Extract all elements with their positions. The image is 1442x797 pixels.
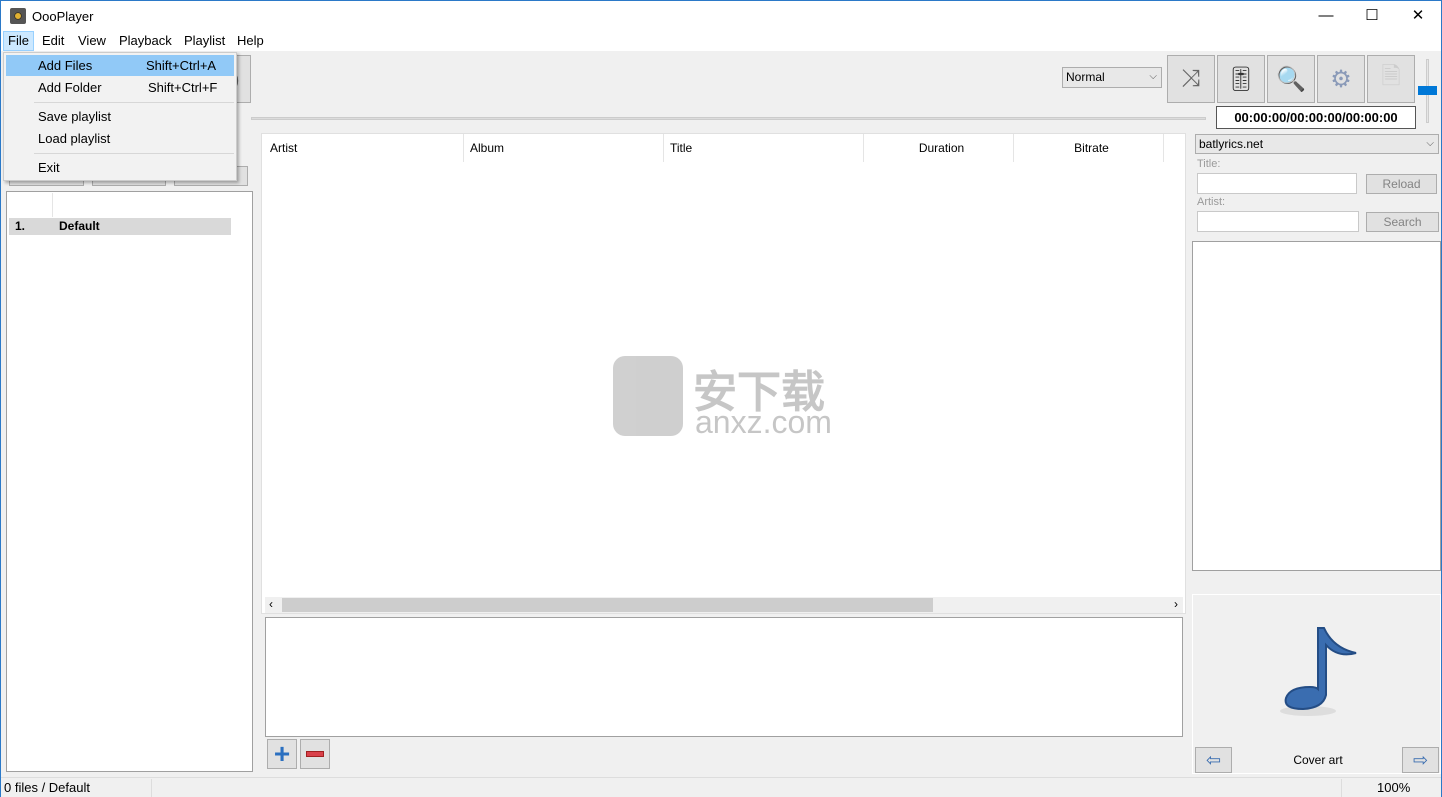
- column-header-artist[interactable]: Artist: [264, 134, 464, 162]
- add-button[interactable]: +: [267, 738, 297, 769]
- search-button[interactable]: 🔍: [1267, 55, 1315, 103]
- label: Add Folder: [38, 80, 102, 95]
- remove-button[interactable]: [300, 739, 330, 769]
- maximize-button[interactable]: ☐: [1349, 1, 1395, 31]
- column-divider: [52, 193, 53, 217]
- playback-mode-select[interactable]: Normal ⌵: [1062, 67, 1162, 88]
- menu-playback[interactable]: Playback: [115, 31, 176, 51]
- menu-item-exit[interactable]: Exit: [6, 157, 234, 178]
- app-icon: [10, 8, 26, 24]
- menu-view[interactable]: View: [74, 31, 110, 51]
- settings-button[interactable]: ⚙: [1317, 55, 1365, 103]
- music-note-icon: [1280, 627, 1357, 716]
- lyrics-title-input[interactable]: [1197, 173, 1357, 194]
- document-icon: 🗎: [1381, 62, 1401, 90]
- window-title: OooPlayer: [32, 9, 94, 24]
- status-bar: [1, 777, 1441, 797]
- shuffle-icon: ⤨: [1181, 65, 1201, 92]
- mode-value: Normal: [1066, 70, 1105, 84]
- volume-handle[interactable]: [1418, 86, 1437, 95]
- label: Add Files: [38, 58, 93, 73]
- lyrics-source-select[interactable]: batlyrics.net ⌵: [1195, 134, 1439, 154]
- minimize-button[interactable]: —: [1303, 1, 1349, 31]
- horizontal-scrollbar[interactable]: ‹ ›: [265, 597, 1183, 613]
- status-divider: [1341, 779, 1342, 797]
- column-header-duration[interactable]: Duration: [864, 134, 1014, 162]
- arrow-right-icon: ⇨: [1412, 749, 1429, 770]
- shuffle-button[interactable]: ⤨: [1167, 55, 1215, 103]
- label: Exit: [38, 160, 60, 175]
- playlist-list: 1. Default: [6, 191, 253, 772]
- menu-file[interactable]: File: [3, 31, 34, 51]
- time-display: 00:00:00/00:00:00/00:00:00: [1216, 106, 1416, 129]
- menu-help[interactable]: Help: [233, 31, 268, 51]
- menu-item-save-playlist[interactable]: Save playlist: [6, 106, 234, 127]
- equalizer-button[interactable]: 🎚: [1217, 55, 1265, 103]
- cover-art-label: Cover art: [1293, 753, 1343, 767]
- menu-item-add-files[interactable]: Add Files Shift+Ctrl+A: [6, 55, 234, 76]
- previous-cover-button[interactable]: ⇦: [1195, 747, 1232, 773]
- label: Save playlist: [38, 109, 111, 124]
- plus-icon: +: [273, 738, 291, 769]
- watermark-sub: anxz.com: [695, 404, 832, 440]
- status-divider: [151, 779, 152, 797]
- playlist-row[interactable]: 1. Default: [9, 218, 231, 235]
- document-button[interactable]: 🗎: [1367, 55, 1415, 103]
- shortcut: Shift+Ctrl+A: [146, 58, 217, 73]
- lyrics-artist-input[interactable]: [1197, 211, 1359, 232]
- column-header-title[interactable]: Title: [664, 134, 864, 162]
- lyrics-source-value: batlyrics.net: [1199, 137, 1264, 151]
- title-label: Title:: [1197, 158, 1221, 170]
- menu-edit[interactable]: Edit: [38, 31, 68, 51]
- playlist-name: Default: [59, 219, 100, 233]
- file-menu-dropdown: Add Files Shift+Ctrl+A Add Folder Shift+Ct…: [3, 52, 237, 181]
- column-header-bitrate[interactable]: Bitrate: [1014, 134, 1164, 162]
- equalizer-icon: 🎚: [1225, 65, 1257, 93]
- artist-label: Artist:: [1197, 196, 1226, 208]
- search-icon: 🔍: [1276, 65, 1306, 93]
- minus-icon: [306, 751, 324, 757]
- next-cover-button[interactable]: ⇨: [1402, 747, 1439, 773]
- column-header-album[interactable]: Album: [464, 134, 664, 162]
- playlist-index: 1.: [15, 219, 26, 233]
- arrow-left-icon: ⇦: [1205, 749, 1222, 770]
- scrollbar-thumb[interactable]: [282, 598, 933, 612]
- menu-playlist[interactable]: Playlist: [180, 31, 229, 51]
- menu-item-add-folder[interactable]: Add Folder Shift+Ctrl+F: [6, 77, 234, 98]
- close-button[interactable]: ✕: [1395, 1, 1441, 31]
- menu-separator: [34, 102, 234, 103]
- reload-button[interactable]: Reload: [1366, 174, 1437, 194]
- info-textarea[interactable]: [265, 617, 1183, 737]
- status-zoom: 100%: [1377, 780, 1411, 795]
- chevron-down-icon: ⌵: [1149, 71, 1157, 82]
- title-bar: [1, 1, 1441, 31]
- search-lyrics-button[interactable]: Search: [1366, 212, 1439, 232]
- seek-bar[interactable]: [251, 117, 1206, 120]
- menu-item-load-playlist[interactable]: Load playlist: [6, 128, 234, 149]
- scroll-left-icon[interactable]: ‹: [269, 597, 273, 611]
- menu-separator: [34, 153, 234, 154]
- chevron-down-icon: ⌵: [1426, 138, 1434, 149]
- scroll-right-icon[interactable]: ›: [1174, 597, 1178, 611]
- shortcut: Shift+Ctrl+F: [148, 80, 218, 95]
- lyrics-display: [1192, 241, 1441, 571]
- label: Load playlist: [38, 131, 111, 146]
- settings-icon: ⚙: [1330, 65, 1352, 93]
- cover-art-panel: ⇦ Cover art ⇨: [1192, 594, 1441, 774]
- status-file-count: 0 files / Default: [4, 780, 90, 795]
